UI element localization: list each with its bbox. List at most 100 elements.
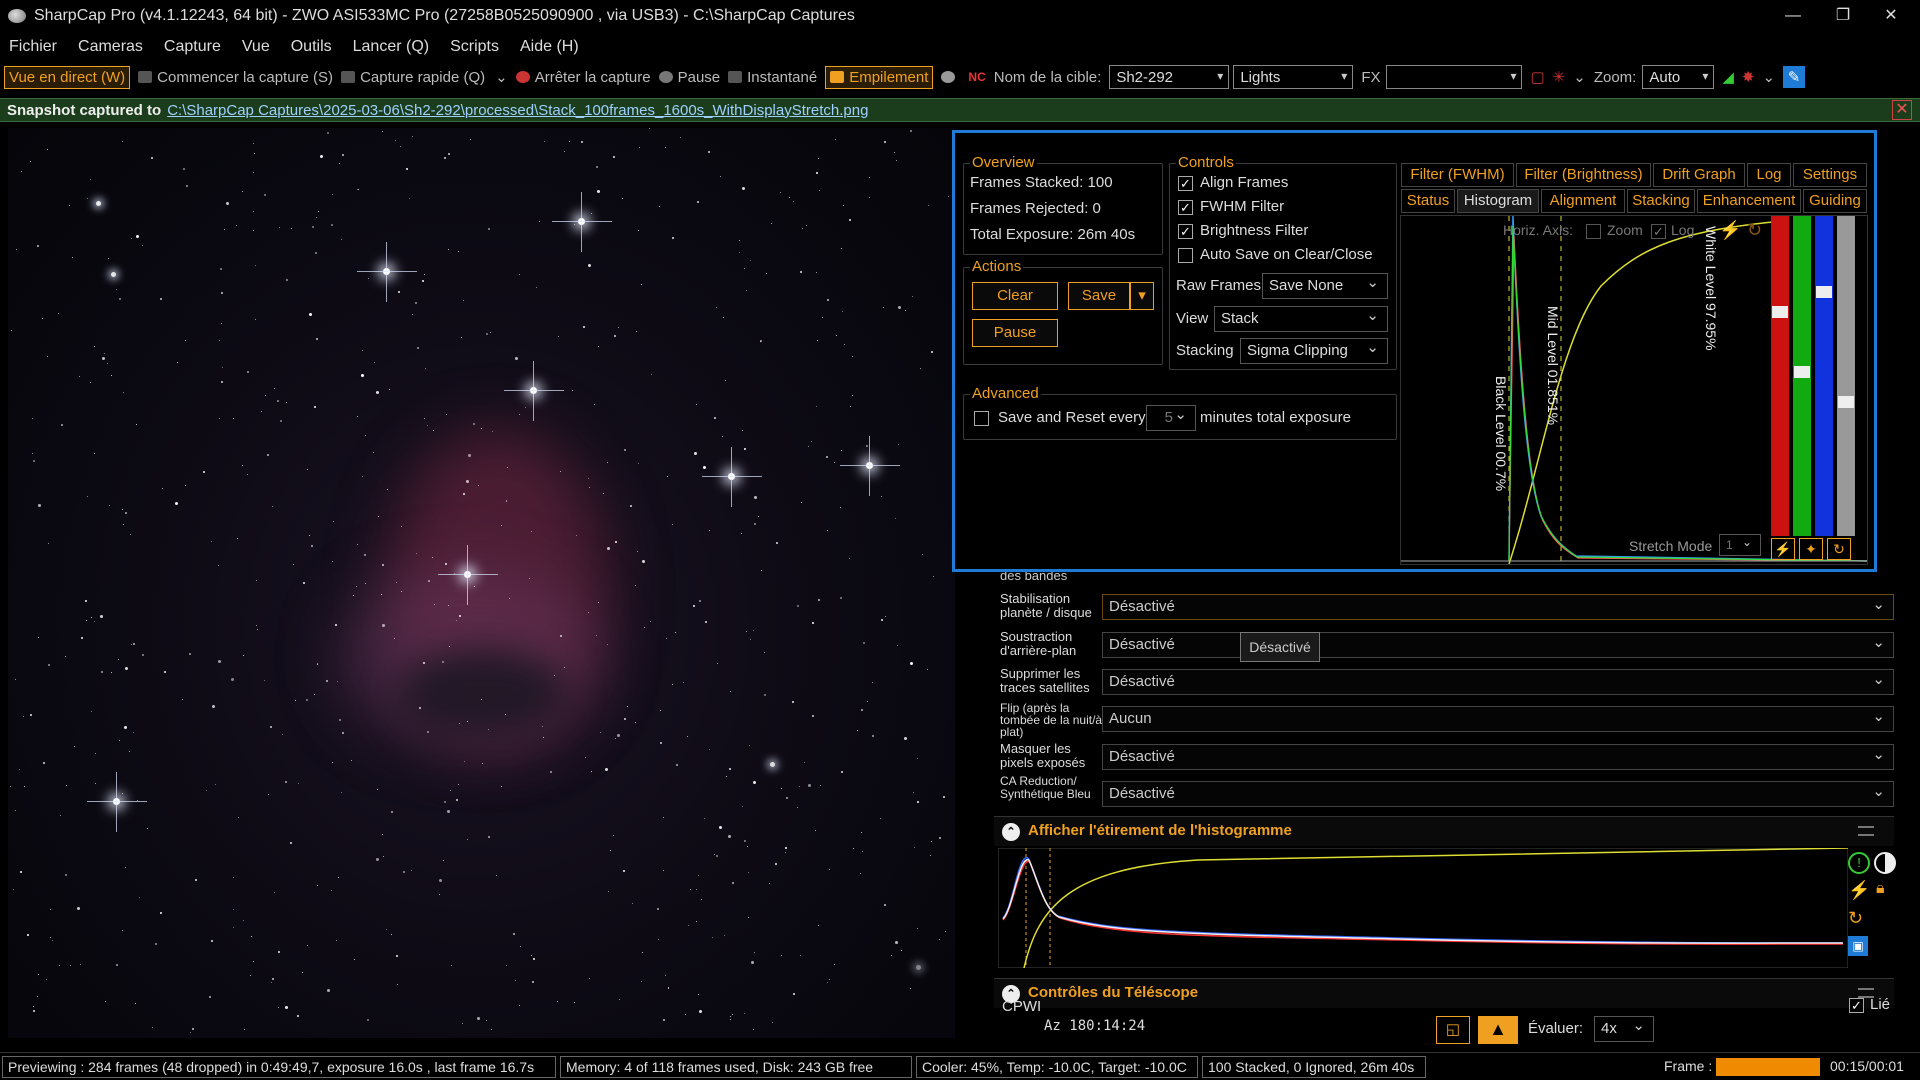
fx-select[interactable]: [1386, 65, 1523, 89]
lightning-icon[interactable]: ⚡: [1771, 538, 1795, 560]
snapshot-path-link[interactable]: C:\SharpCap Captures\2025-03-06\Sh2-292\…: [167, 102, 868, 119]
option-select[interactable]: Désactivé: [1102, 631, 1894, 658]
star-icon[interactable]: ✦: [1799, 538, 1823, 560]
rate-select[interactable]: 4x: [1594, 1014, 1654, 1042]
tab-guiding[interactable]: Guiding: [1803, 189, 1867, 213]
tab-histogram[interactable]: Histogram: [1457, 189, 1539, 213]
lightning-icon[interactable]: ⚡: [1848, 880, 1870, 901]
snapshot-button[interactable]: Instantané: [728, 69, 817, 86]
pause-button[interactable]: Pause: [658, 69, 720, 86]
clear-button[interactable]: Clear: [972, 282, 1058, 310]
lock-icon[interactable]: 🔒︎: [1876, 880, 1885, 898]
save-reset-checkbox[interactable]: [974, 411, 989, 426]
option-select[interactable]: Aucun: [1102, 705, 1894, 732]
pause-stack-button[interactable]: Pause: [972, 319, 1058, 347]
histogram-stretch-section-header[interactable]: ⌃ Afficher l'étirement de l'histogramme: [994, 816, 1894, 846]
tab-enhancement[interactable]: Enhancement: [1697, 189, 1801, 213]
star: [644, 627, 646, 629]
align-frames-checkbox[interactable]: ✓: [1178, 176, 1193, 191]
no-calibration-icon[interactable]: NC: [968, 70, 985, 84]
histogram-icon[interactable]: ◢: [1722, 68, 1734, 86]
auto-save-checkbox[interactable]: [1178, 248, 1193, 263]
menu-icon[interactable]: [1858, 826, 1874, 836]
stretch-mode-stepper[interactable]: 1: [1719, 532, 1761, 556]
save-icon[interactable]: ▣: [1848, 936, 1868, 956]
menu-cameras[interactable]: Cameras: [78, 38, 155, 56]
star: [426, 730, 429, 733]
option-select[interactable]: Désactivé: [1102, 743, 1894, 770]
menu-aide[interactable]: Aide (H): [520, 38, 591, 56]
star: [869, 197, 871, 199]
menu-vue[interactable]: Vue: [242, 38, 282, 56]
stop-capture-button[interactable]: Arrêter la capture: [515, 69, 651, 86]
option-select[interactable]: Désactivé: [1102, 668, 1894, 695]
blue-slider-handle[interactable]: [1816, 286, 1832, 298]
pin-icon[interactable]: ✎: [1783, 66, 1806, 88]
slew-stop-icon[interactable]: ◱: [1436, 1016, 1470, 1044]
reset-icon[interactable]: ↻: [1827, 538, 1851, 560]
option-select[interactable]: Désactivé: [1102, 780, 1894, 807]
quick-capture-dropdown-icon[interactable]: ⌄: [495, 68, 508, 86]
target-name-select[interactable]: Sh2-292: [1109, 65, 1230, 89]
auto-stretch-icon[interactable]: !: [1848, 852, 1870, 874]
zoom-checkbox[interactable]: [1586, 224, 1601, 239]
slew-up-button[interactable]: ▲: [1478, 1016, 1518, 1044]
stack-button[interactable]: Empilement: [825, 65, 934, 89]
tab-drift-graph[interactable]: Drift Graph: [1653, 163, 1745, 187]
stack-histogram[interactable]: Horiz. Axis: Zoom ✓ Log ⚡ ↻ Black Level …: [1400, 215, 1868, 565]
camera-image[interactable]: [8, 128, 955, 1038]
quick-capture-button[interactable]: Capture rapide (Q) ⌄: [341, 68, 508, 86]
link-checkbox[interactable]: ✓: [1849, 998, 1864, 1013]
minutes-stepper[interactable]: 5: [1146, 403, 1196, 431]
tab-status[interactable]: Status: [1401, 189, 1455, 213]
close-notification-icon[interactable]: ✕: [1892, 100, 1912, 120]
tab-log[interactable]: Log: [1747, 163, 1791, 187]
option-select[interactable]: Désactivé: [1102, 593, 1894, 620]
red-slider-handle[interactable]: [1772, 306, 1788, 318]
reticle-icon[interactable]: ▢: [1530, 68, 1544, 86]
brightness-filter-checkbox[interactable]: ✓: [1178, 224, 1193, 239]
restore-button[interactable]: ❐: [1820, 0, 1866, 32]
menu-scripts[interactable]: Scripts: [450, 38, 511, 56]
reset-icon[interactable]: ↻: [1848, 908, 1863, 929]
stretch-histogram[interactable]: [998, 848, 1848, 968]
tab-filter-brightness[interactable]: Filter (Brightness): [1516, 163, 1651, 187]
save-dropdown-icon[interactable]: ▾: [1130, 282, 1154, 310]
auto-stretch-icon[interactable]: ⚡: [1719, 220, 1741, 241]
fwhm-filter-checkbox[interactable]: ✓: [1178, 200, 1193, 215]
reticle-dropdown-icon[interactable]: ⌄: [1573, 68, 1586, 86]
reset-icon[interactable]: ↻: [1747, 220, 1762, 241]
save-button[interactable]: Save: [1068, 282, 1130, 310]
tab-alignment[interactable]: Alignment: [1541, 189, 1625, 213]
contrast-icon[interactable]: [1874, 852, 1896, 874]
frame-type-select[interactable]: Lights: [1233, 65, 1354, 89]
dark-frame-icon[interactable]: [941, 71, 960, 83]
luminance-slider-handle[interactable]: [1838, 396, 1854, 408]
menu-fichier[interactable]: Fichier: [9, 38, 69, 56]
start-capture-button[interactable]: Commencer la capture (S): [138, 69, 333, 86]
tools-dropdown-icon[interactable]: ⌄: [1762, 68, 1775, 86]
log-checkbox[interactable]: ✓: [1651, 224, 1666, 239]
zoom-select[interactable]: Auto: [1642, 65, 1715, 89]
green-level-slider[interactable]: [1793, 216, 1811, 536]
live-view-button[interactable]: Vue en direct (W): [4, 65, 131, 89]
crosshair-icon[interactable]: ✳: [1553, 68, 1566, 86]
raw-frames-select[interactable]: Save None: [1262, 271, 1388, 299]
menu-lancer[interactable]: Lancer (Q): [353, 38, 441, 56]
green-slider-handle[interactable]: [1794, 366, 1810, 378]
stacking-select[interactable]: Sigma Clipping: [1240, 336, 1388, 364]
tab-stacking[interactable]: Stacking: [1627, 189, 1695, 213]
telescope-section-header[interactable]: ⌃ Contrôles du Téléscope: [994, 978, 1894, 1008]
tab-filter-fwhm[interactable]: Filter (FWHM): [1401, 163, 1514, 187]
red-level-slider[interactable]: [1771, 216, 1789, 536]
minimize-button[interactable]: —: [1770, 0, 1816, 32]
blue-level-slider[interactable]: [1815, 216, 1833, 536]
tab-settings[interactable]: Settings: [1793, 163, 1867, 187]
view-select[interactable]: Stack: [1214, 304, 1388, 332]
luminance-level-slider[interactable]: [1837, 216, 1855, 536]
focus-icon[interactable]: ✸: [1742, 68, 1755, 86]
menu-capture[interactable]: Capture: [164, 38, 233, 56]
collapse-icon[interactable]: ⌃: [1002, 823, 1020, 841]
menu-outils[interactable]: Outils: [291, 38, 344, 56]
close-button[interactable]: ✕: [1868, 0, 1914, 32]
